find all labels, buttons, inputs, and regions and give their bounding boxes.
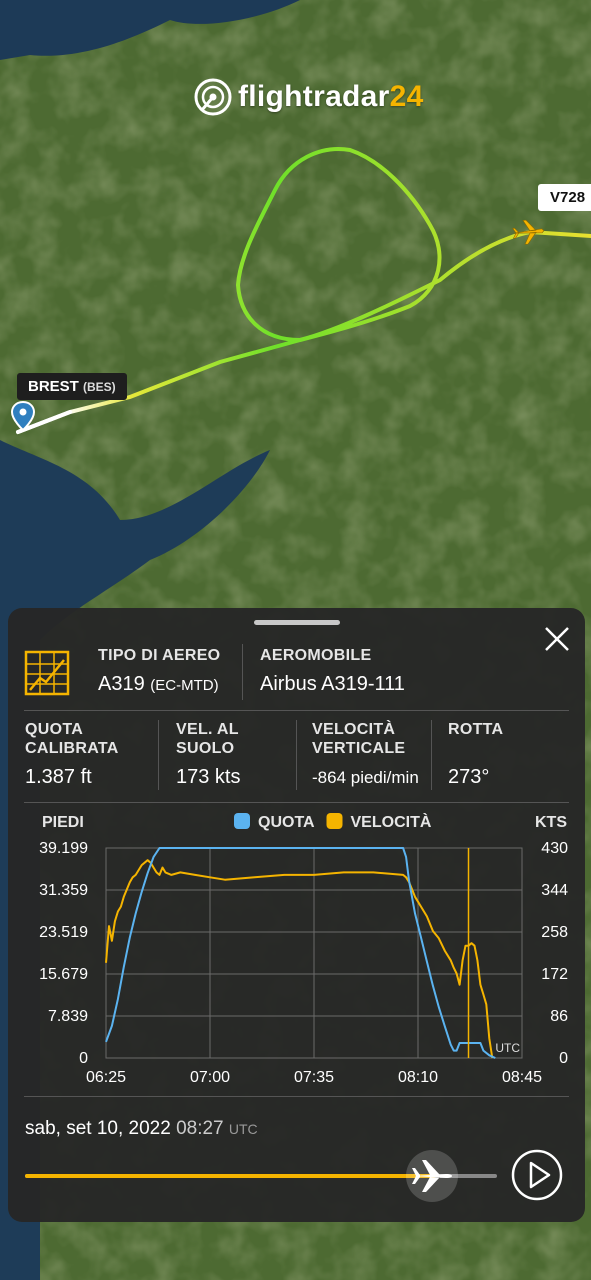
chart-legend: QUOTA VELOCITÀ: [234, 812, 432, 831]
flight-callout[interactable]: V728: [538, 184, 591, 211]
playback-datetime: sab, set 10, 2022 08:27 UTC: [25, 1118, 258, 1140]
aircraft-label: AEROMOBILE: [260, 647, 372, 664]
divider: [158, 720, 159, 790]
x-tick-label: 08:45: [502, 1069, 542, 1086]
x-tick-label: 07:00: [190, 1069, 230, 1086]
y-left-tick-label: 39.199: [39, 840, 88, 857]
right-axis-ticks: 430 344 258 172 86 0: [541, 840, 568, 1067]
playback-slider-handle[interactable]: [406, 1150, 458, 1202]
aircraft-chart-icon: [24, 650, 70, 696]
airport-code: (BES): [83, 380, 116, 394]
y-right-tick-label: 86: [550, 1008, 568, 1025]
y-left-tick-label: 0: [79, 1050, 88, 1067]
playback-slider-progress: [25, 1174, 435, 1178]
x-axis-ticks: 06:25 07:00 07:35 08:10 08:45: [86, 1069, 542, 1086]
flight-details-panel: TIPO DI AEREO A319 (EC-MTD) AEROMOBILE A…: [8, 608, 585, 1222]
divider: [24, 802, 569, 803]
y-right-tick-label: 430: [541, 840, 568, 857]
playback-time: 08:27: [176, 1118, 224, 1139]
chart-series: [105, 847, 496, 1059]
playback-date: sab, set 10, 2022: [25, 1118, 171, 1139]
airplane-icon: [412, 1160, 452, 1192]
legend-label: VELOCITÀ: [351, 812, 432, 831]
type-value: A319 (EC-MTD): [98, 673, 219, 695]
y-left-tick-label: 15.679: [39, 966, 88, 983]
playback-timezone: UTC: [228, 1121, 258, 1137]
divider: [24, 1096, 569, 1097]
play-icon: [529, 1161, 551, 1189]
x-tick-label: 06:25: [86, 1069, 126, 1086]
legend-swatch: [234, 813, 250, 829]
y-left-tick-label: 31.359: [39, 882, 88, 899]
right-unit-label: KTS: [535, 814, 567, 831]
divider: [296, 720, 297, 790]
play-button[interactable]: [510, 1148, 564, 1202]
type-label: TIPO DI AEREO: [98, 647, 221, 664]
drag-handle[interactable]: [254, 620, 340, 625]
airport-callout[interactable]: BREST (BES): [17, 373, 127, 400]
left-unit-label: PIEDI: [42, 814, 84, 831]
y-right-tick-label: 172: [541, 966, 568, 983]
altitude-speed-chart[interactable]: PIEDI KTS QUOTA VELOCITÀ 39.199 31.359 23.5…: [8, 804, 585, 1094]
y-left-tick-label: 23.519: [39, 924, 88, 941]
legend-label: QUOTA: [258, 814, 315, 831]
divider: [24, 710, 569, 711]
y-right-tick-label: 258: [541, 924, 568, 941]
y-right-tick-label: 344: [541, 882, 568, 899]
flightradar-logo: flightradar24: [194, 78, 424, 116]
aircraft-value: Airbus A319-111: [260, 673, 405, 695]
legend-swatch: [326, 813, 343, 829]
airport-name: BREST: [28, 378, 79, 395]
divider: [242, 644, 243, 700]
altitude-series-line: [105, 847, 496, 1059]
left-axis-ticks: 39.199 31.359 23.519 15.679 7.839 0: [39, 840, 88, 1067]
x-tick-label: 07:35: [294, 1069, 334, 1086]
y-right-tick-label: 0: [559, 1050, 568, 1067]
chart-grid: [105, 847, 523, 1059]
divider: [431, 720, 432, 790]
x-tick-label: 08:10: [398, 1069, 438, 1086]
y-left-tick-label: 7.839: [48, 1008, 88, 1025]
radar-icon: [194, 78, 232, 116]
close-icon[interactable]: [542, 624, 572, 654]
logo-text: flightradar24: [238, 80, 424, 113]
cursor-utc-label: UTC: [495, 1041, 520, 1055]
